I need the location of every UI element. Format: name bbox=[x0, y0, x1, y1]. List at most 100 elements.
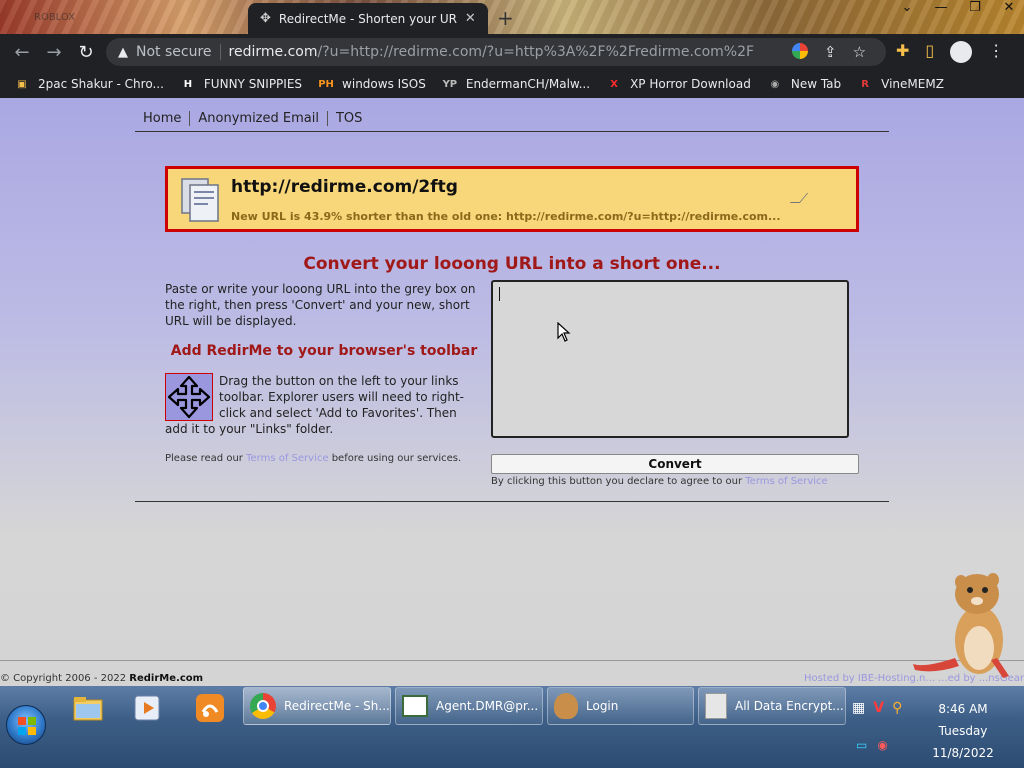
bookmark-label: New Tab bbox=[790, 77, 842, 91]
move-arrows-icon bbox=[167, 375, 211, 419]
bookmark-item[interactable]: R VineMEMZ bbox=[857, 76, 944, 92]
omnibox-divider bbox=[219, 44, 221, 60]
tab-roblox[interactable]: ROBLOX bbox=[0, 0, 248, 34]
web-page: Home Anonymized Email TOS http://redirme… bbox=[0, 98, 1024, 686]
minimize-icon[interactable]: — bbox=[930, 0, 952, 15]
h-icon: H bbox=[183, 78, 193, 90]
google-lens-icon[interactable] bbox=[792, 43, 808, 59]
new-tab-button[interactable]: + bbox=[497, 6, 514, 30]
uc-browser-icon[interactable] bbox=[194, 692, 226, 724]
convert-heading: Convert your looong URL into a short one… bbox=[303, 254, 721, 274]
system-clock[interactable]: 8:46 AM Tuesday 11/8/2022 bbox=[928, 698, 998, 764]
bookmark-label: windows ISOS bbox=[342, 77, 426, 91]
nav-home-link[interactable]: Home bbox=[135, 111, 191, 126]
toolbar-heading: Add RedirMe to your browser's toolbar bbox=[170, 343, 478, 359]
globe-icon: ◉ bbox=[770, 78, 780, 90]
nav-anonymized-email-link[interactable]: Anonymized Email bbox=[190, 111, 328, 126]
kebab-menu-icon[interactable]: ⋮ bbox=[988, 41, 1004, 63]
puzzle-icon[interactable]: ✚ bbox=[896, 41, 909, 63]
display-tray-icon[interactable]: ▭ bbox=[856, 738, 867, 752]
taskbar-item-chrome[interactable]: RedirectMe - Sh... bbox=[243, 687, 391, 725]
address-bar[interactable]: ▲ Not secure redirme.com /?u=http://redi… bbox=[106, 38, 886, 66]
taskbar-item-agent[interactable]: Agent.DMR@pr... bbox=[395, 687, 543, 725]
browser-toolbar: ← → ↻ ▲ Not secure redirme.com /?u=http:… bbox=[0, 34, 1024, 70]
chrome-icon bbox=[250, 693, 276, 719]
omnibox-actions: ⇪ ☆ bbox=[792, 43, 866, 61]
bookmark-item[interactable]: YP EndermanCH/Malw... bbox=[442, 76, 591, 92]
profile-avatar-icon[interactable] bbox=[950, 41, 973, 63]
bookmark-label: EndermanCH/Malw... bbox=[465, 77, 591, 91]
bookmark-item[interactable]: H FUNNY SNIPPIES bbox=[180, 76, 302, 92]
bookmark-item[interactable]: X XP Horror Download bbox=[606, 76, 751, 92]
convert-button[interactable]: Convert bbox=[491, 454, 859, 474]
taskbar-item-label: RedirectMe - Sh... bbox=[284, 699, 390, 713]
resize-grip-icon[interactable] bbox=[789, 193, 809, 203]
yp-icon: YP bbox=[442, 78, 458, 90]
url-path: /?u=http://redirme.com/?u=http%3A%2F%2Fr… bbox=[317, 44, 755, 60]
windows-taskbar: RedirectMe - Sh... Agent.DMR@pr... Login… bbox=[0, 686, 1024, 768]
read-suffix: before using our services. bbox=[331, 453, 462, 464]
hamster-mascot-icon[interactable] bbox=[895, 568, 1024, 688]
agree-prefix: By clicking this button you declare to a… bbox=[491, 476, 743, 487]
share-icon[interactable]: ⇪ bbox=[824, 43, 837, 61]
long-url-input[interactable] bbox=[491, 280, 849, 438]
ph-icon: PH bbox=[318, 78, 334, 90]
system-tray: ▦ V ⚲ bbox=[852, 700, 902, 716]
read-prefix: Please read our bbox=[165, 453, 243, 464]
volume-tray-icon[interactable]: ◉ bbox=[877, 738, 887, 752]
x-icon: X bbox=[610, 78, 618, 90]
bookmarks-bar: ▣ 2pac Shakur - Chro... H FUNNY SNIPPIES PH w… bbox=[0, 70, 1024, 98]
agree-tos-link[interactable]: Terms of Service bbox=[745, 476, 827, 487]
redirectme-favicon-icon: ✥ bbox=[260, 11, 271, 26]
tos-link[interactable]: Terms of Service bbox=[246, 453, 328, 464]
bookmark-label: VineMEMZ bbox=[881, 77, 944, 91]
copyright-text: © Copyright 2006 - 2022 RedirMe.com bbox=[0, 673, 203, 684]
nav-tos-link[interactable]: TOS bbox=[328, 111, 370, 126]
bookmark-item[interactable]: ▣ 2pac Shakur - Chro... bbox=[14, 76, 164, 92]
clock-time: 8:46 AM bbox=[938, 702, 988, 716]
bookmark-star-icon[interactable]: ☆ bbox=[853, 43, 866, 61]
start-button[interactable] bbox=[6, 705, 46, 745]
taskbar-item-label: Agent.DMR@pr... bbox=[436, 699, 539, 713]
bookmark-item[interactable]: ◉ New Tab bbox=[767, 76, 841, 92]
content-divider bbox=[135, 501, 889, 502]
instructions-column: Paste or write your looong URL into the … bbox=[165, 281, 483, 464]
taskbar-item-label: Login bbox=[586, 699, 619, 713]
mouse-cursor-icon bbox=[557, 322, 571, 342]
bookmarklet-drag-button[interactable] bbox=[165, 373, 213, 421]
taskbar-item-login[interactable]: Login bbox=[547, 687, 694, 725]
taskbar-item-label: All Data Encrypt... bbox=[735, 699, 844, 713]
hamster-app-icon bbox=[554, 693, 578, 719]
antivirus-tray-icon[interactable]: V bbox=[873, 700, 884, 716]
tab-close-icon[interactable]: ✕ bbox=[465, 11, 476, 26]
copyright-prefix: © Copyright 2006 - 2022 bbox=[0, 673, 127, 684]
restore-icon[interactable]: ❐ bbox=[964, 0, 986, 15]
drag-instructions: Drag the button on the left to your link… bbox=[165, 373, 483, 437]
security-label[interactable]: Not secure bbox=[136, 44, 212, 60]
search-tray-icon[interactable]: ⚲ bbox=[892, 700, 902, 716]
windows-logo-icon bbox=[18, 717, 36, 735]
reload-icon[interactable]: ↻ bbox=[70, 42, 102, 63]
back-icon[interactable]: ← bbox=[6, 42, 38, 63]
instructions-text: Paste or write your looong URL into the … bbox=[165, 282, 476, 328]
clock-date: 11/8/2022 bbox=[932, 746, 994, 760]
bookmark-label: FUNNY SNIPPIES bbox=[203, 77, 303, 91]
url-host: redirme.com bbox=[228, 44, 318, 60]
documents-icon bbox=[181, 178, 219, 222]
explorer-folder-icon[interactable] bbox=[72, 692, 104, 724]
r-icon: R bbox=[861, 78, 869, 90]
forward-icon[interactable]: → bbox=[38, 42, 70, 63]
close-window-icon[interactable]: ✕ bbox=[998, 0, 1020, 15]
media-player-icon[interactable] bbox=[132, 692, 164, 724]
tab-redirectme[interactable]: ✥ RedirectMe - Shorten your URL f ✕ bbox=[248, 3, 488, 34]
result-box: http://redirme.com/2ftg New URL is 43.9%… bbox=[165, 166, 859, 232]
taskbar-item-encrypt[interactable]: All Data Encrypt... bbox=[698, 687, 846, 725]
read-tos-line: Please read our Terms of Service before … bbox=[165, 453, 483, 464]
bookmark-item[interactable]: PH windows ISOS bbox=[318, 76, 426, 92]
bookmark-label: 2pac Shakur - Chro... bbox=[38, 77, 164, 91]
side-panel-icon[interactable]: ▯ bbox=[925, 41, 934, 63]
warning-icon[interactable]: ▲ bbox=[118, 45, 128, 60]
network-tray-icon[interactable]: ▦ bbox=[852, 700, 865, 716]
short-url-output[interactable]: http://redirme.com/2ftg bbox=[231, 177, 458, 197]
tab-search-icon[interactable]: ⌄ bbox=[896, 0, 918, 15]
